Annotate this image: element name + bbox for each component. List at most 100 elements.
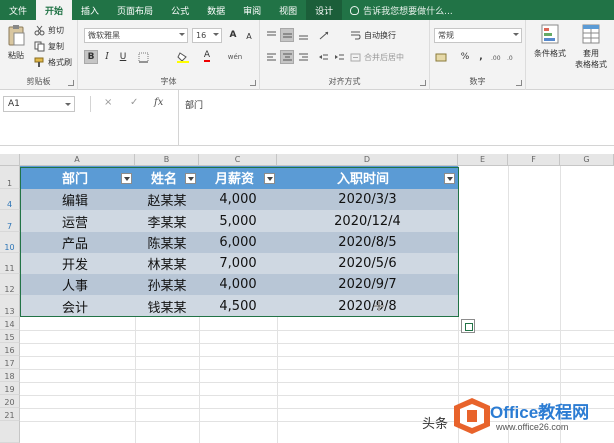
conditional-format-button[interactable]: 条件格式	[530, 24, 570, 59]
row-header-7[interactable]: 7	[0, 210, 20, 232]
header-cell-hire-date[interactable]: 入职时间	[277, 166, 458, 189]
column-header-d[interactable]: D	[277, 154, 458, 166]
fill-color-button[interactable]	[176, 50, 190, 64]
cell-name[interactable]: 赵某某	[135, 189, 199, 210]
percent-button[interactable]: %	[458, 50, 472, 64]
tab-review[interactable]: 审阅	[234, 0, 270, 20]
decrease-indent-button[interactable]	[316, 50, 330, 64]
cell-salary[interactable]: 4,000	[199, 189, 277, 210]
currency-button[interactable]	[434, 50, 448, 64]
format-painter-button[interactable]: 格式刷	[34, 57, 72, 68]
row-header-10[interactable]: 10	[0, 232, 20, 253]
clipboard-launcher-icon[interactable]	[68, 80, 74, 86]
cell-salary[interactable]: 4,500	[199, 295, 277, 317]
tab-view[interactable]: 视图	[270, 0, 306, 20]
tab-formulas[interactable]: 公式	[162, 0, 198, 20]
insert-function-icon[interactable]: fx	[154, 97, 163, 108]
decrease-decimal-button[interactable]: .0	[506, 50, 520, 64]
grow-font-button[interactable]: A	[226, 28, 240, 42]
cut-button[interactable]: 剪切	[34, 25, 64, 36]
cell-hire-date[interactable]: 2020/8/5	[277, 232, 458, 253]
row-header-12[interactable]: 12	[0, 274, 20, 295]
quick-analysis-icon[interactable]	[461, 319, 475, 333]
cell-department[interactable]: 运营	[20, 210, 135, 232]
row-header-17[interactable]: 17	[0, 356, 20, 369]
cell-hire-date[interactable]: 2020/9/8	[277, 295, 458, 317]
align-middle-button[interactable]	[280, 28, 294, 42]
align-left-button[interactable]	[264, 50, 278, 64]
font-name-dropdown[interactable]: 微软雅黑	[84, 28, 188, 43]
filter-dropdown-icon[interactable]	[121, 173, 132, 184]
cell-salary[interactable]: 7,000	[199, 253, 277, 274]
tab-data[interactable]: 数据	[198, 0, 234, 20]
cell-department[interactable]: 产品	[20, 232, 135, 253]
cell-salary[interactable]: 5,000	[199, 210, 277, 232]
header-cell-department[interactable]: 部门	[20, 166, 135, 189]
row-header-1[interactable]: 1	[0, 166, 20, 189]
cell-hire-date[interactable]: 2020/12/4	[277, 210, 458, 232]
row-header-4[interactable]: 4	[0, 189, 20, 210]
formula-input[interactable]: 部门	[178, 90, 614, 146]
underline-button[interactable]: U	[116, 50, 130, 64]
number-format-dropdown[interactable]: 常规	[434, 28, 522, 43]
cell-name[interactable]: 孙某某	[135, 274, 199, 295]
row-header-19[interactable]: 19	[0, 382, 20, 395]
orientation-button[interactable]	[318, 28, 332, 42]
cell-salary[interactable]: 4,000	[199, 274, 277, 295]
tab-file[interactable]: 文件	[0, 0, 36, 20]
row-header-13[interactable]: 13	[0, 295, 20, 317]
increase-decimal-button[interactable]: .00	[490, 50, 504, 64]
tab-home[interactable]: 开始	[36, 0, 73, 20]
cell-department[interactable]: 会计	[20, 295, 135, 317]
tab-insert[interactable]: 插入	[72, 0, 108, 20]
cell-hire-date[interactable]: 2020/3/3	[277, 189, 458, 210]
tell-me-box[interactable]: 告诉我您想要做什么...	[342, 0, 453, 20]
cell-name[interactable]: 李某某	[135, 210, 199, 232]
column-header-g[interactable]: G	[560, 154, 614, 166]
align-right-button[interactable]	[296, 50, 310, 64]
column-header-e[interactable]: E	[458, 154, 508, 166]
column-header-f[interactable]: F	[508, 154, 560, 166]
tab-design[interactable]: 设计	[306, 0, 343, 20]
italic-button[interactable]: I	[100, 50, 114, 64]
row-header-11[interactable]: 11	[0, 253, 20, 274]
cell-department[interactable]: 人事	[20, 274, 135, 295]
format-as-table-button[interactable]: 套用 表格格式	[570, 24, 612, 70]
enter-icon[interactable]: ✓	[130, 97, 138, 108]
filter-active-icon[interactable]	[444, 173, 455, 184]
font-color-button[interactable]: A	[200, 49, 214, 63]
column-header-b[interactable]: B	[135, 154, 199, 166]
tab-page-layout[interactable]: 页面布局	[108, 0, 162, 20]
name-box[interactable]: A1	[3, 96, 75, 112]
cell-name[interactable]: 林某某	[135, 253, 199, 274]
row-header-18[interactable]: 18	[0, 369, 20, 382]
select-all-corner[interactable]	[0, 154, 20, 166]
copy-button[interactable]: 复制	[34, 41, 64, 52]
cell-hire-date[interactable]: 2020/9/7	[277, 274, 458, 295]
alignment-launcher-icon[interactable]	[420, 80, 426, 86]
cancel-icon[interactable]: ×	[104, 97, 112, 108]
align-center-button[interactable]	[280, 50, 294, 64]
wrap-text-button[interactable]: 自动换行	[350, 30, 396, 41]
align-top-button[interactable]	[264, 28, 278, 42]
filter-dropdown-icon[interactable]	[185, 173, 196, 184]
row-header-21[interactable]: 21	[0, 408, 20, 421]
phonetic-button[interactable]: wén	[228, 50, 242, 64]
align-bottom-button[interactable]	[296, 28, 310, 42]
paste-button[interactable]: 粘贴	[6, 24, 26, 61]
cell-name[interactable]: 陈某某	[135, 232, 199, 253]
column-header-a[interactable]: A	[20, 154, 135, 166]
cell-salary[interactable]: 6,000	[199, 232, 277, 253]
filter-dropdown-icon[interactable]	[264, 173, 275, 184]
cell-department[interactable]: 开发	[20, 253, 135, 274]
merge-center-button[interactable]: 合并后居中	[350, 52, 404, 63]
cell-department[interactable]: 编辑	[20, 189, 135, 210]
borders-button[interactable]	[136, 50, 150, 64]
row-header-15[interactable]: 15	[0, 330, 20, 343]
comma-button[interactable]: ,	[474, 50, 488, 64]
font-launcher-icon[interactable]	[250, 80, 256, 86]
row-header-14[interactable]: 14	[0, 317, 20, 330]
column-header-c[interactable]: C	[199, 154, 277, 166]
increase-indent-button[interactable]	[332, 50, 346, 64]
cell-hire-date[interactable]: 2020/5/6	[277, 253, 458, 274]
